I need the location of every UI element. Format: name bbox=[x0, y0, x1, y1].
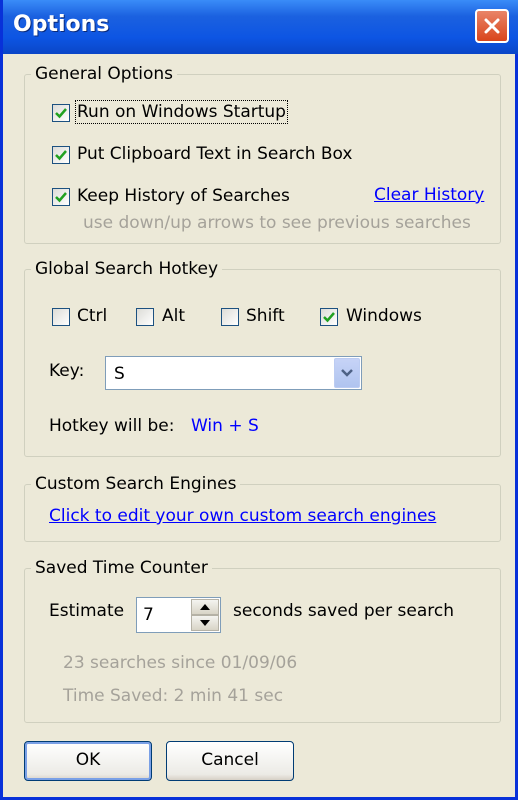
estimate-value[interactable]: 7 bbox=[143, 605, 154, 625]
key-dropdown-button[interactable] bbox=[334, 358, 360, 388]
windows-checkbox[interactable] bbox=[320, 308, 338, 326]
triangle-down-icon bbox=[200, 620, 210, 626]
history-hint: use down/up arrows to see previous searc… bbox=[83, 213, 471, 233]
shift-checkbox[interactable] bbox=[221, 308, 239, 326]
close-button[interactable] bbox=[475, 9, 509, 43]
saved-time-legend: Saved Time Counter bbox=[31, 558, 212, 578]
ok-button[interactable]: OK bbox=[24, 741, 152, 781]
close-icon bbox=[484, 18, 500, 34]
check-icon bbox=[55, 150, 67, 161]
windows-label[interactable]: Windows bbox=[346, 306, 422, 326]
hotkey-result-value: Win + S bbox=[191, 416, 259, 436]
run-on-startup-checkbox[interactable] bbox=[52, 104, 70, 122]
spinner-up-button[interactable] bbox=[191, 599, 219, 615]
hotkey-legend: Global Search Hotkey bbox=[31, 259, 223, 279]
general-options-legend: General Options bbox=[31, 64, 177, 84]
title-bar[interactable]: Options bbox=[3, 0, 518, 54]
run-on-startup-label[interactable]: Run on Windows Startup bbox=[75, 100, 288, 124]
alt-checkbox[interactable] bbox=[136, 308, 154, 326]
searches-since: 23 searches since 01/09/06 bbox=[63, 653, 298, 673]
triangle-up-icon bbox=[200, 604, 210, 610]
spinner-down-button[interactable] bbox=[191, 615, 219, 631]
keep-history-checkbox[interactable] bbox=[52, 188, 70, 206]
custom-engines-legend: Custom Search Engines bbox=[31, 474, 241, 494]
estimate-label: Estimate bbox=[49, 601, 125, 621]
alt-label[interactable]: Alt bbox=[162, 306, 185, 326]
estimate-spinner[interactable]: 7 bbox=[136, 597, 221, 633]
key-select-value: S bbox=[114, 364, 125, 384]
time-saved: Time Saved: 2 min 41 sec bbox=[63, 686, 284, 706]
keep-history-label[interactable]: Keep History of Searches bbox=[77, 186, 290, 206]
shift-label[interactable]: Shift bbox=[246, 306, 285, 326]
estimate-suffix: seconds saved per search bbox=[233, 601, 454, 621]
ctrl-checkbox[interactable] bbox=[52, 308, 70, 326]
ctrl-label[interactable]: Ctrl bbox=[77, 306, 107, 326]
clear-history-link[interactable]: Clear History bbox=[374, 185, 484, 205]
window-title: Options bbox=[13, 12, 110, 37]
check-icon bbox=[323, 312, 335, 323]
chevron-down-icon bbox=[341, 369, 353, 377]
edit-custom-engines-link[interactable]: Click to edit your own custom search eng… bbox=[49, 506, 436, 526]
clipboard-checkbox[interactable] bbox=[52, 146, 70, 164]
check-icon bbox=[55, 192, 67, 203]
cancel-button[interactable]: Cancel bbox=[166, 741, 294, 781]
key-select[interactable]: S bbox=[105, 356, 362, 390]
check-icon bbox=[55, 108, 67, 119]
key-label: Key: bbox=[49, 361, 85, 381]
hotkey-result-label: Hotkey will be: bbox=[49, 416, 175, 436]
clipboard-label[interactable]: Put Clipboard Text in Search Box bbox=[77, 144, 353, 164]
options-dialog: Options General Options Run on Windows S… bbox=[0, 0, 518, 800]
